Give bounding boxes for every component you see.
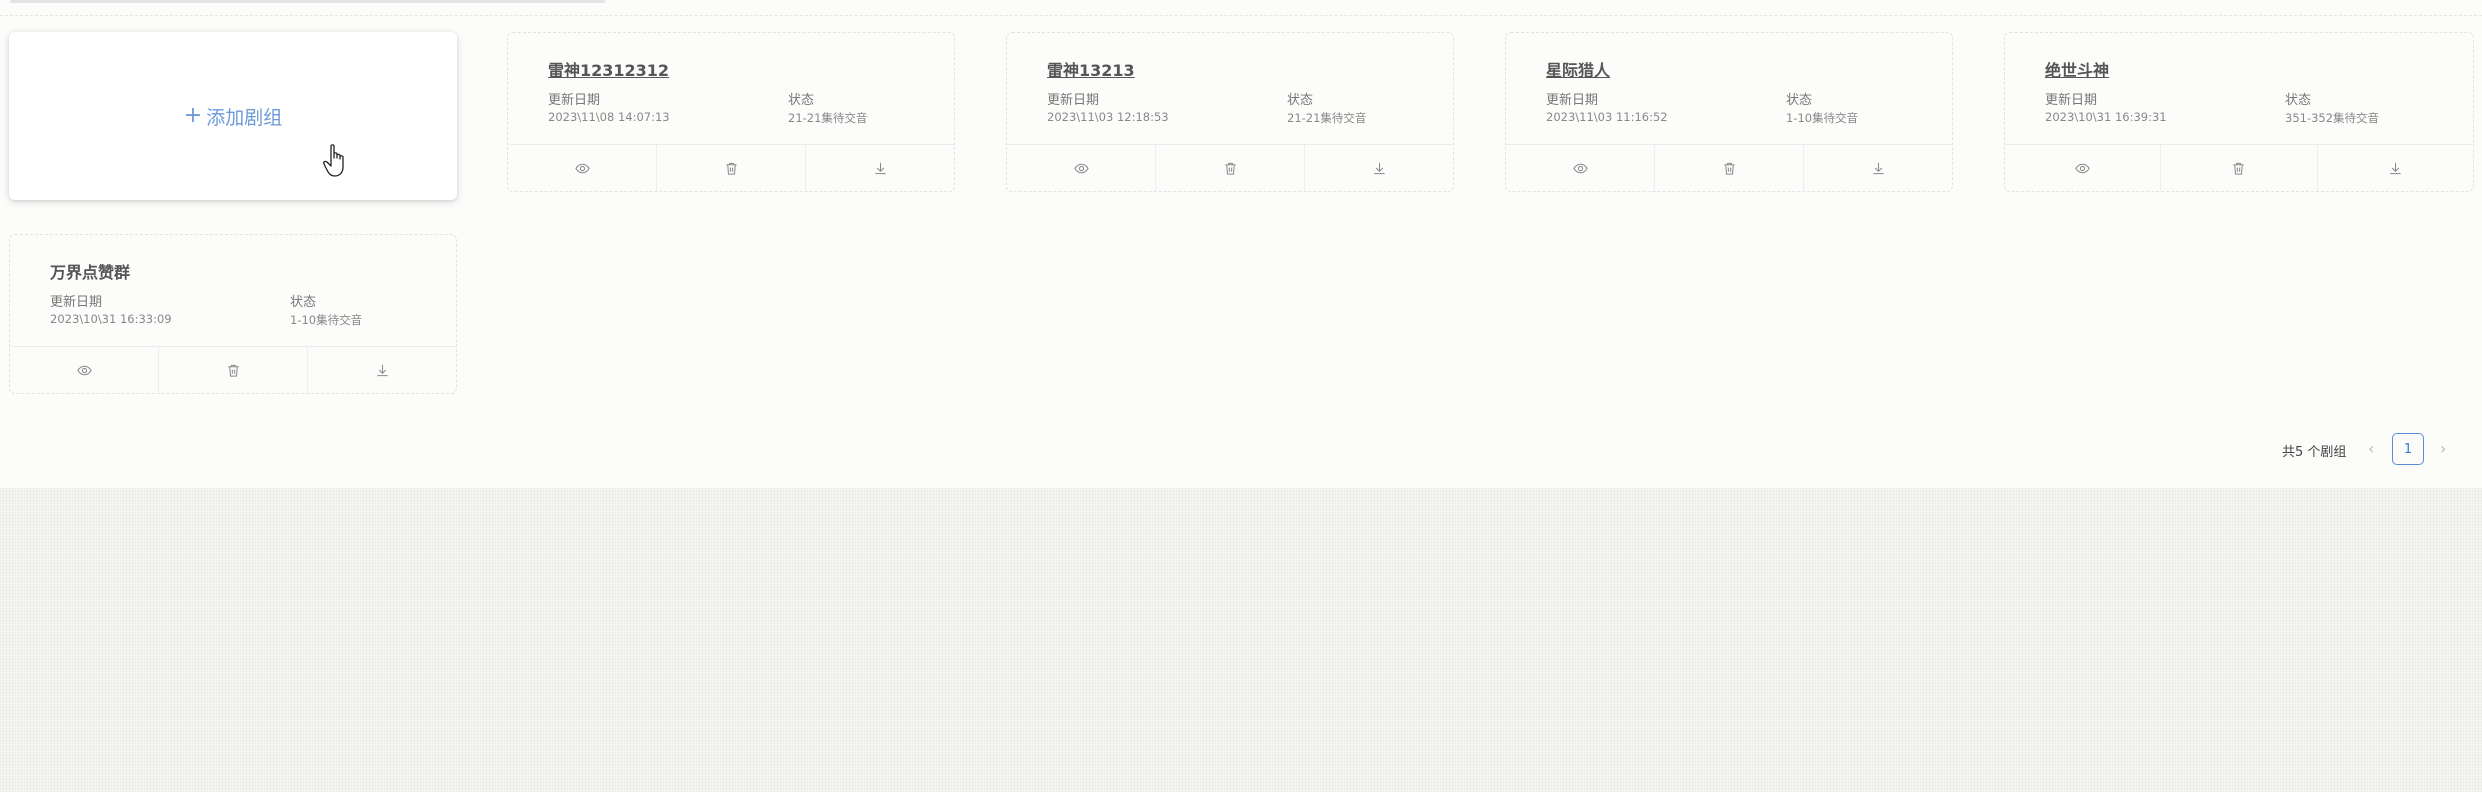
delete-button[interactable] (1156, 145, 1305, 191)
group-title-link[interactable]: 万界点赞群 (50, 259, 130, 283)
status-value: 1-10集待交音 (1786, 111, 1859, 125)
add-group-button[interactable]: + 添加剧组 (9, 32, 457, 200)
group-card: 雷神12312312 更新日期 2023\11\08 14:07:13 状态 2… (507, 32, 955, 192)
eye-icon (574, 163, 590, 173)
group-title-link[interactable]: 雷神13213 (1047, 57, 1135, 81)
status-value: 21-21集待交音 (1287, 111, 1367, 125)
view-button[interactable] (10, 347, 159, 393)
eye-icon (2075, 163, 2090, 173)
download-button[interactable] (806, 145, 954, 191)
download-button[interactable] (2318, 145, 2473, 191)
group-title-link[interactable]: 雷神12312312 (548, 57, 669, 81)
download-button[interactable] (1305, 145, 1453, 191)
group-title-link[interactable]: 星际猎人 (1546, 57, 1610, 81)
card-actions (508, 144, 954, 191)
top-strip (0, 0, 2482, 16)
eye-icon (76, 365, 92, 375)
pagination-total: 共5 个剧组 (2282, 445, 2347, 460)
trash-icon (1723, 162, 1735, 175)
delete-button[interactable] (2161, 145, 2318, 191)
date-value: 2023\11\03 12:18:53 (1047, 110, 1169, 124)
delete-button[interactable] (657, 145, 806, 191)
status-value: 21-21集待交音 (788, 111, 868, 125)
group-card: 雷神13213 更新日期 2023\11\03 12:18:53 状态 21-2… (1006, 32, 1454, 192)
status-label: 状态 (788, 93, 815, 108)
view-button[interactable] (1506, 145, 1655, 191)
download-icon (376, 364, 388, 376)
status-value: 351-352集待交音 (2285, 111, 2380, 125)
view-button[interactable] (1007, 145, 1156, 191)
chevron-right-icon[interactable]: › (2440, 439, 2446, 458)
date-label: 更新日期 (2045, 93, 2098, 108)
card-actions (1506, 144, 1952, 191)
trash-icon (1224, 162, 1236, 175)
status-label: 状态 (2285, 93, 2312, 108)
status-label: 状态 (290, 295, 317, 310)
trash-icon (227, 364, 239, 377)
date-value: 2023\10\31 16:39:31 (2045, 110, 2167, 124)
card-actions (2005, 144, 2473, 191)
date-label: 更新日期 (50, 295, 103, 310)
group-title-link[interactable]: 绝世斗神 (2045, 57, 2109, 81)
download-button[interactable] (308, 347, 456, 393)
card-actions (1007, 144, 1453, 191)
date-label: 更新日期 (548, 93, 601, 108)
page-button-current[interactable]: 1 (2392, 433, 2424, 465)
chevron-left-icon[interactable]: ‹ (2368, 439, 2374, 458)
trash-icon (2233, 162, 2245, 175)
group-card: 万界点赞群 更新日期 2023\10\31 16:33:09 状态 1-10集待… (9, 234, 457, 394)
date-value: 2023\11\08 14:07:13 (548, 110, 670, 124)
date-label: 更新日期 (1047, 93, 1100, 108)
date-value: 2023\10\31 16:33:09 (50, 312, 172, 326)
download-icon (874, 162, 886, 174)
date-label: 更新日期 (1546, 93, 1599, 108)
pagination: 共5 个剧组 ‹ 1 › (2282, 433, 2482, 467)
status-label: 状态 (1287, 93, 1314, 108)
group-card: 绝世斗神 更新日期 2023\10\31 16:39:31 状态 351-352… (2004, 32, 2474, 192)
hand-cursor-icon (323, 144, 344, 177)
status-label: 状态 (1786, 93, 1813, 108)
download-icon (2390, 162, 2401, 174)
plus-icon: + (183, 103, 203, 128)
page-background-lower (0, 488, 2482, 792)
delete-button[interactable] (1655, 145, 1804, 191)
delete-button[interactable] (159, 347, 308, 393)
download-icon (1872, 162, 1884, 174)
view-button[interactable] (2005, 145, 2162, 191)
add-group-label: 添加剧组 (206, 106, 283, 129)
download-icon (1373, 162, 1385, 174)
status-value: 1-10集待交音 (290, 313, 363, 327)
download-button[interactable] (1804, 145, 1952, 191)
date-value: 2023\11\03 11:16:52 (1546, 110, 1668, 124)
horizontal-scrollbar[interactable] (10, 0, 605, 3)
card-actions (10, 346, 456, 393)
view-button[interactable] (508, 145, 657, 191)
group-card: 星际猎人 更新日期 2023\11\03 11:16:52 状态 1-10集待交… (1505, 32, 1953, 192)
trash-icon (725, 162, 737, 175)
eye-icon (1073, 163, 1089, 173)
eye-icon (1572, 163, 1588, 173)
